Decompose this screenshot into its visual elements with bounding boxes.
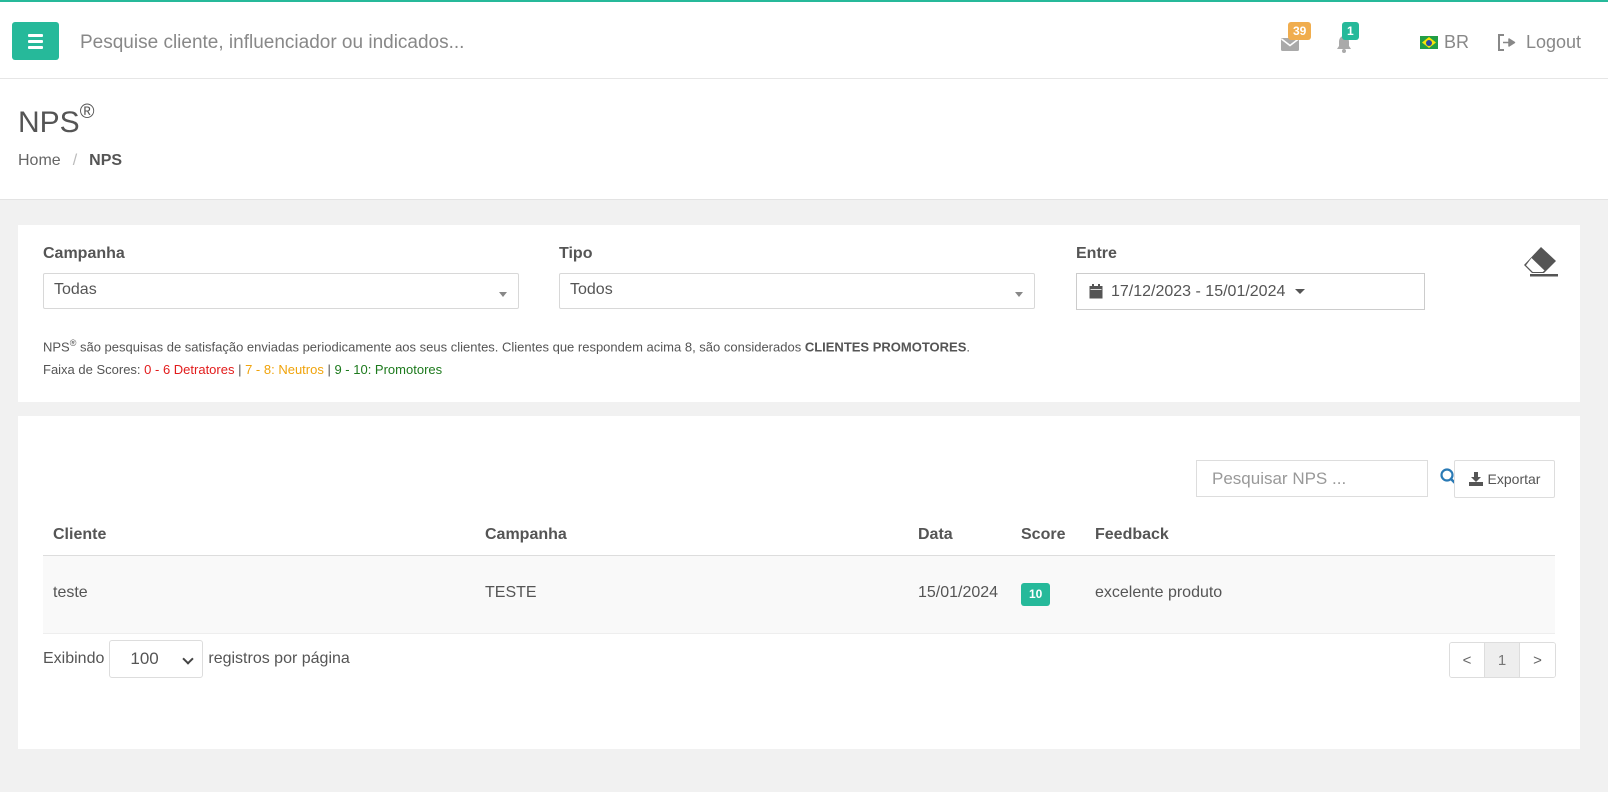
nps-search-input[interactable] [1196,460,1428,497]
nps-table: Cliente Campanha Data Score Feedback tes… [43,511,1555,634]
language-selector[interactable]: BR [1420,32,1469,53]
breadcrumb-current: NPS [89,152,123,169]
registered-mark: ® [79,101,95,123]
calendar-icon [1089,284,1103,299]
cell-score: 10 [1021,583,1051,606]
cell-cliente: teste [53,584,88,601]
column-header-score[interactable]: Score [1021,526,1065,544]
messages-count-badge: 39 [1288,22,1312,40]
chevron-down-icon [182,653,195,665]
length-prefix: Exibindo [43,650,105,667]
column-header-data[interactable]: Data [918,526,953,544]
pagination-next-button[interactable]: > [1520,643,1555,677]
nps-info-text: NPS® são pesquisas de satisfação enviada… [43,332,970,381]
global-search-input[interactable] [80,28,680,58]
date-range-value: 17/12/2023 - 15/01/2024 [1111,282,1286,300]
page-header: NPS® Home / NPS [0,79,1608,200]
caret-down-icon [1295,289,1306,294]
tipo-select[interactable]: Todos [559,273,1035,309]
page-title: NPS® [18,101,95,139]
date-range-picker[interactable]: 17/12/2023 - 15/01/2024 [1076,273,1425,310]
caret-down-icon [1015,292,1023,297]
menu-toggle-button[interactable] [12,22,59,60]
language-label: BR [1444,32,1470,52]
sign-out-icon [1498,34,1516,51]
top-navbar: 39 1 BR Logout [0,0,1608,79]
caret-down-icon [499,292,507,297]
nps-table-panel: Exportar Cliente Campanha Data Score Fee… [18,416,1580,749]
tipo-label: Tipo [559,245,593,262]
filter-panel: Campanha Todas Tipo Todos Entre 17/12/20… [18,225,1580,402]
cell-data: 15/01/2024 [918,584,999,601]
breadcrumb-separator: / [72,152,78,169]
table-row[interactable]: teste TESTE 15/01/2024 10 excelente prod… [43,556,1555,634]
logout-link[interactable]: Logout [1497,32,1581,53]
pagination: < 1 > [1449,642,1556,678]
breadcrumb-home-link[interactable]: Home [18,152,61,170]
cell-feedback: excelente produto [1095,584,1223,601]
pagination-page-1[interactable]: 1 [1485,643,1520,677]
column-header-cliente[interactable]: Cliente [53,526,106,544]
download-icon [1468,472,1483,486]
neutros-range: 7 - 8: Neutros [245,362,324,378]
breadcrumb: Home / NPS [18,152,122,170]
nps-description: NPS® são pesquisas de satisfação enviada… [43,338,970,355]
campanha-select[interactable]: Todas [43,273,519,309]
export-button[interactable]: Exportar [1454,460,1555,498]
column-header-feedback[interactable]: Feedback [1095,526,1169,544]
score-badge: 10 [1021,583,1051,606]
page-length-select[interactable]: 100 [109,640,204,678]
brazil-flag-icon [1420,36,1438,49]
table-header-row: Cliente Campanha Data Score Feedback [43,511,1555,556]
entre-label: Entre [1076,245,1117,262]
cell-campanha: TESTE [485,584,537,601]
promotores-range: 9 - 10: Promotores [334,362,443,378]
campanha-label: Campanha [43,245,125,262]
length-suffix: registros por página [208,650,350,667]
hamburger-icon [28,33,43,37]
column-header-campanha[interactable]: Campanha [485,526,567,544]
detratores-range: 0 - 6 Detratores [144,362,235,378]
notifications-count-badge: 1 [1342,22,1359,40]
pagination-prev-button[interactable]: < [1450,643,1485,677]
eraser-icon[interactable] [1522,245,1558,277]
logout-label: Logout [1526,32,1582,52]
score-ranges: Faixa de Scores: 0 - 6 Detratores | 7 - … [43,362,443,378]
page-length-control: Exibindo 100 registros por página [43,640,350,678]
